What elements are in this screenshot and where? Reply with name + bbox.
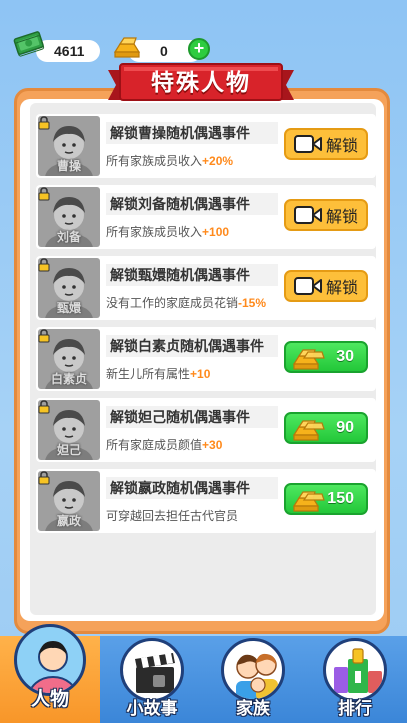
effect-bonus: +30 [202,438,223,452]
clapperboard-icon [120,638,184,702]
trophy-icon [323,638,387,702]
character-event-title: 解锁妲己随机偶遇事件 [106,406,278,428]
effect-bonus: +100 [202,225,230,239]
effect-bonus: -15% [238,296,267,310]
nav-tab-ranking[interactable]: 排行 [305,636,405,723]
nav-label: 小故事 [126,699,178,718]
effect-text: 可穿越回去担任古代官员 [106,509,239,523]
unlock-label: 解锁 [326,138,359,155]
video-unlock-button[interactable]: 解锁 [284,128,368,160]
gold-amount: 0 [160,43,168,59]
video-icon [294,277,322,295]
effect-bonus: +10 [190,367,211,381]
character-row: 甄嬛 解锁甄嬛随机偶遇事件 没有工作的家庭成员花销-15% 解锁 [36,256,376,320]
video-icon [294,206,322,224]
lock-icon [38,471,50,485]
effect-bonus: +20% [202,154,234,168]
nav-label: 家族 [236,699,270,718]
effect-text: 新生儿所有属性 [106,367,191,381]
nav-tab-characters[interactable]: 人物 [0,624,100,723]
nav-label: 排行 [338,699,372,718]
effect-text: 没有工作的家庭成员花销 [106,296,239,310]
character-row: 白素贞 解锁白素贞随机偶遇事件 新生儿所有属性+10 30 [36,327,376,391]
nav-tab-stories[interactable]: 小故事 [102,636,202,723]
character-name: 嬴政 [56,514,81,528]
video-unlock-button[interactable]: 解锁 [284,199,368,231]
effect-text: 所有家族成员收入 [106,225,203,239]
gold-bar-icon [113,37,141,58]
character-effect: 所有家庭成员颜值+30 [106,436,222,453]
character-event-title: 解锁甄嬛随机偶遇事件 [106,264,278,286]
character-effect: 没有工作的家庭成员花销-15% [106,294,266,311]
lock-icon [38,329,50,343]
character-row: 刘备 解锁刘备随机偶遇事件 所有家族成员收入+100 解锁 [36,185,376,249]
character-effect: 所有家族成员收入+20% [106,152,233,169]
character-name: 甄嬛 [56,301,81,315]
gold-unlock-button[interactable]: 30 [284,341,368,373]
nav-tab-family[interactable]: 家族 [203,636,303,723]
character-name: 刘备 [56,230,81,244]
character-effect: 新生儿所有属性+10 [106,365,210,382]
lock-icon [38,400,50,414]
add-gold-button[interactable]: + [188,38,210,60]
unlock-price: 30 [336,348,354,365]
gold-unlock-button[interactable]: 90 [284,412,368,444]
character-name: 妲己 [56,443,81,457]
effect-text: 所有家族成员收入 [106,154,203,168]
character-row: 曹操 解锁曹操随机偶遇事件 所有家族成员收入+20% 解锁 [36,114,376,178]
unlock-price: 150 [327,490,354,507]
lock-icon [38,258,50,272]
cash-amount: 4611 [54,43,85,59]
lock-icon [38,187,50,201]
bottom-nav: 人物 小故事 家族 排行 [0,624,407,723]
character-event-title: 解锁白素贞随机偶遇事件 [106,335,278,357]
character-name: 白素贞 [50,372,87,386]
nav-label: 人物 [30,689,69,710]
video-icon [294,135,322,153]
character-effect: 所有家族成员收入+100 [106,223,229,240]
unlock-price: 90 [336,419,354,436]
video-unlock-button[interactable]: 解锁 [284,270,368,302]
character-row: 妲己 解锁妲己随机偶遇事件 所有家庭成员颜值+30 90 [36,398,376,462]
character-name: 曹操 [56,159,81,173]
unlock-label: 解锁 [326,209,359,226]
page-title: 特殊人物 [151,69,251,95]
character-event-title: 解锁曹操随机偶遇事件 [106,122,278,144]
character-effect: 可穿越回去担任古代官员 [106,507,238,524]
character-row: 嬴政 解锁嬴政随机偶遇事件 可穿越回去担任古代官员 150 [36,469,376,533]
unlock-label: 解锁 [326,280,359,297]
gold-bar-icon [292,420,325,441]
gold-unlock-button[interactable]: 150 [284,483,368,515]
gold-bar-icon [292,349,325,370]
lock-icon [38,116,50,130]
family-icon [221,638,285,702]
character-event-title: 解锁刘备随机偶遇事件 [106,193,278,215]
effect-text: 所有家庭成员颜值 [106,438,203,452]
gold-bar-icon [292,491,325,512]
character-event-title: 解锁嬴政随机偶遇事件 [106,477,278,499]
